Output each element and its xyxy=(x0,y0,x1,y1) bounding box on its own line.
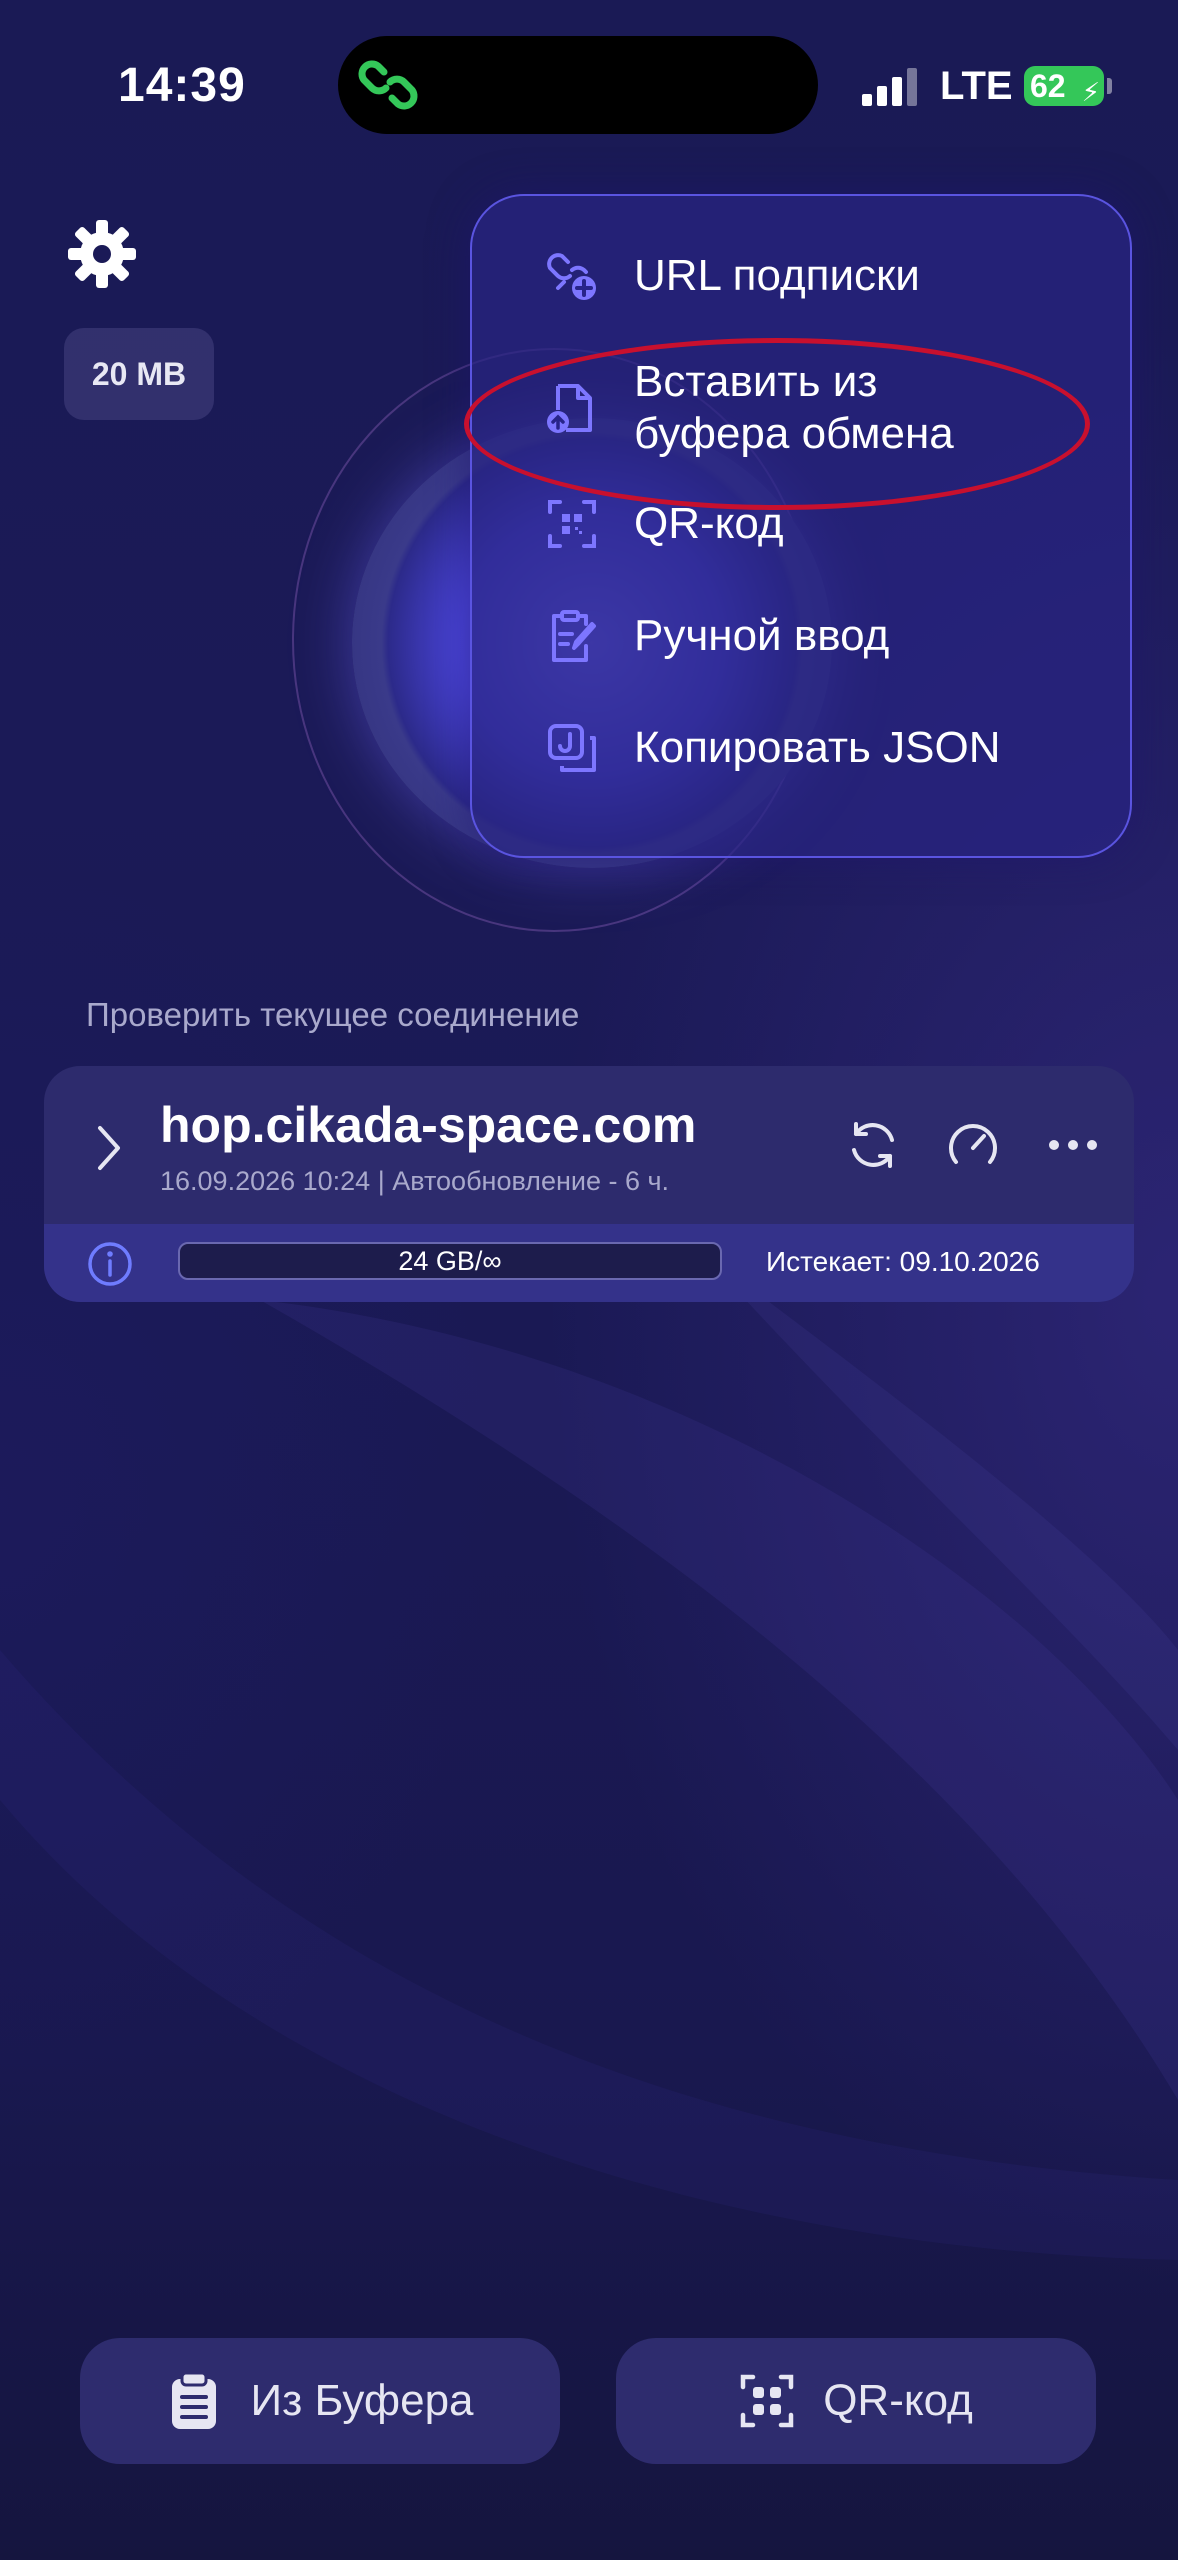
network-type: LTE xyxy=(940,64,1013,108)
data-usage-chip: 20 MB xyxy=(64,328,214,420)
menu-item-label: URL подписки xyxy=(634,251,920,300)
add-config-menu: URL подписки Вставить из буфера обмена Q… xyxy=(470,194,1132,858)
refresh-icon[interactable] xyxy=(844,1116,902,1174)
server-name: hop.cikada-space.com xyxy=(160,1097,697,1153)
gear-icon[interactable] xyxy=(66,218,138,290)
server-card[interactable]: hop.cikada-space.com 16.09.2026 10:24 | … xyxy=(44,1066,1134,1302)
file-upload-icon xyxy=(547,384,592,433)
dynamic-island xyxy=(338,36,818,134)
from-clipboard-button[interactable]: Из Буфера xyxy=(80,2338,560,2464)
bolt-icon: ⚡ xyxy=(1081,77,1100,107)
qr-code-label: QR-код xyxy=(823,2376,973,2425)
menu-item-label: Вставить из буфера обмена xyxy=(634,357,954,458)
menu-item-label: Копировать JSON xyxy=(634,723,1001,772)
menu-item-copy-json[interactable]: Копировать JSON xyxy=(542,718,1102,778)
menu-item-paste-clipboard[interactable]: Вставить из буфера обмена xyxy=(542,356,1102,460)
traffic-label: 24 GB/∞ xyxy=(398,1246,502,1276)
clipboard-edit-icon xyxy=(552,610,596,662)
menu-item-label: QR-код xyxy=(634,499,784,548)
menu-item-label: Ручной ввод xyxy=(634,611,890,660)
status-time: 14:39 xyxy=(118,59,246,112)
server-meta: 16.09.2026 10:24 | Автообновление - 6 ч. xyxy=(160,1166,670,1196)
speedometer-icon[interactable] xyxy=(944,1116,1002,1174)
qr-scan-icon xyxy=(740,2374,794,2428)
traffic-progress-bar: 24 GB/∞ xyxy=(178,1242,722,1280)
menu-item-manual-entry[interactable]: Ручной ввод xyxy=(542,606,1102,666)
cellular-signal-icon xyxy=(862,68,917,106)
menu-item-subscription-url[interactable]: URL подписки xyxy=(542,246,1102,306)
check-connection-link[interactable]: Проверить текущее соединение xyxy=(86,996,579,1034)
battery-cap xyxy=(1107,78,1112,94)
from-clipboard-label: Из Буфера xyxy=(250,2376,474,2425)
qr-scan-icon xyxy=(548,500,596,548)
link-chain-icon xyxy=(358,60,418,110)
qr-code-button[interactable]: QR-код xyxy=(616,2338,1096,2464)
link-plus-icon xyxy=(547,253,596,300)
battery-indicator: 62 ⚡ xyxy=(1024,66,1104,107)
more-icon[interactable] xyxy=(1044,1116,1102,1174)
menu-item-qr-code[interactable]: QR-код xyxy=(542,494,1102,554)
info-icon[interactable] xyxy=(86,1240,134,1288)
expiry-date: Истекает: 09.10.2026 xyxy=(766,1246,1040,1277)
chevron-right-icon[interactable] xyxy=(94,1122,124,1174)
clipboard-icon xyxy=(172,2371,217,2429)
battery-level: 62 xyxy=(1030,68,1066,104)
json-copy-icon xyxy=(548,724,596,772)
